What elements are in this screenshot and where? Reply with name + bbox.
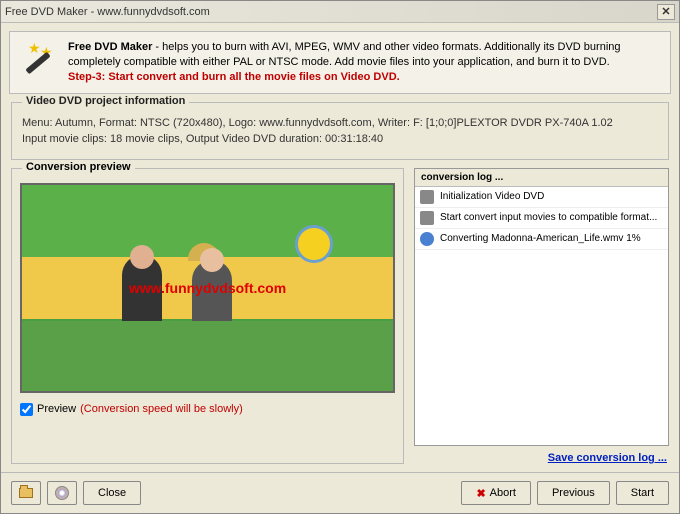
video-preview: www.funnydvdsoft.com (20, 183, 395, 393)
log-text: Initialization Video DVD (440, 191, 544, 202)
window-title: Free DVD Maker - www.funnydvdsoft.com (5, 6, 657, 18)
app-window: Free DVD Maker - www.funnydvdsoft.com ✕ … (0, 0, 680, 514)
project-info-group: Video DVD project information Menu: Autu… (11, 102, 669, 160)
abort-label: Abort (490, 487, 516, 499)
log-text: Converting Madonna-American_Life.wmv 1% (440, 233, 641, 244)
open-folder-button[interactable] (11, 481, 41, 505)
log-item: Initialization Video DVD (415, 187, 668, 208)
header-panel: ★ ★ Free DVD Maker - helps you to burn w… (9, 31, 671, 94)
save-log-row: Save conversion log ... (414, 446, 669, 464)
video-watermark: www.funnydvdsoft.com (129, 280, 286, 296)
titlebar: Free DVD Maker - www.funnydvdsoft.com ✕ (1, 1, 679, 23)
log-header: conversion log ... (415, 169, 668, 187)
abort-button[interactable]: ✖ Abort (461, 481, 531, 505)
wizard-wand-icon: ★ ★ (18, 40, 58, 80)
abort-icon: ✖ (476, 487, 485, 500)
log-info-icon (420, 190, 434, 204)
preview-checkbox-row: Preview (Conversion speed will be slowly… (20, 403, 395, 416)
footer-toolbar: Close ✖ Abort Previous Start (1, 472, 679, 513)
project-info-line1: Menu: Autumn, Format: NTSC (720x480), Lo… (22, 117, 658, 129)
conversion-log: conversion log ... Initialization Video … (414, 168, 669, 446)
step-label: Step-3: Start convert and burn all the m… (68, 70, 662, 85)
close-button[interactable]: Close (83, 481, 141, 505)
log-item: Converting Madonna-American_Life.wmv 1% (415, 229, 668, 250)
project-info-line2: Input movie clips: 18 movie clips, Outpu… (22, 133, 658, 145)
header-text: Free DVD Maker - helps you to burn with … (68, 40, 662, 85)
folder-icon (19, 488, 33, 498)
log-column: conversion log ... Initialization Video … (414, 168, 669, 464)
window-close-button[interactable]: ✕ (657, 4, 675, 20)
log-item: Start convert input movies to compatible… (415, 208, 668, 229)
preview-checkbox[interactable] (20, 403, 33, 416)
preview-group: Conversion preview www.funnydvdsoft.com … (11, 168, 404, 464)
preview-column: Conversion preview www.funnydvdsoft.com … (11, 168, 404, 464)
dvd-button[interactable] (47, 481, 77, 505)
log-text: Start convert input movies to compatible… (440, 212, 657, 223)
log-progress-icon (420, 232, 434, 246)
project-info-legend: Video DVD project information (22, 95, 189, 107)
start-button[interactable]: Start (616, 481, 669, 505)
preview-checkbox-label: Preview (37, 403, 76, 415)
preview-checkbox-note: (Conversion speed will be slowly) (80, 403, 243, 415)
preview-legend: Conversion preview (22, 161, 135, 173)
save-log-link[interactable]: Save conversion log ... (548, 452, 667, 464)
middle-area: Conversion preview www.funnydvdsoft.com … (11, 168, 669, 464)
app-name: Free DVD Maker (68, 41, 152, 53)
previous-button[interactable]: Previous (537, 481, 610, 505)
dvd-icon (55, 486, 69, 500)
log-info-icon (420, 211, 434, 225)
